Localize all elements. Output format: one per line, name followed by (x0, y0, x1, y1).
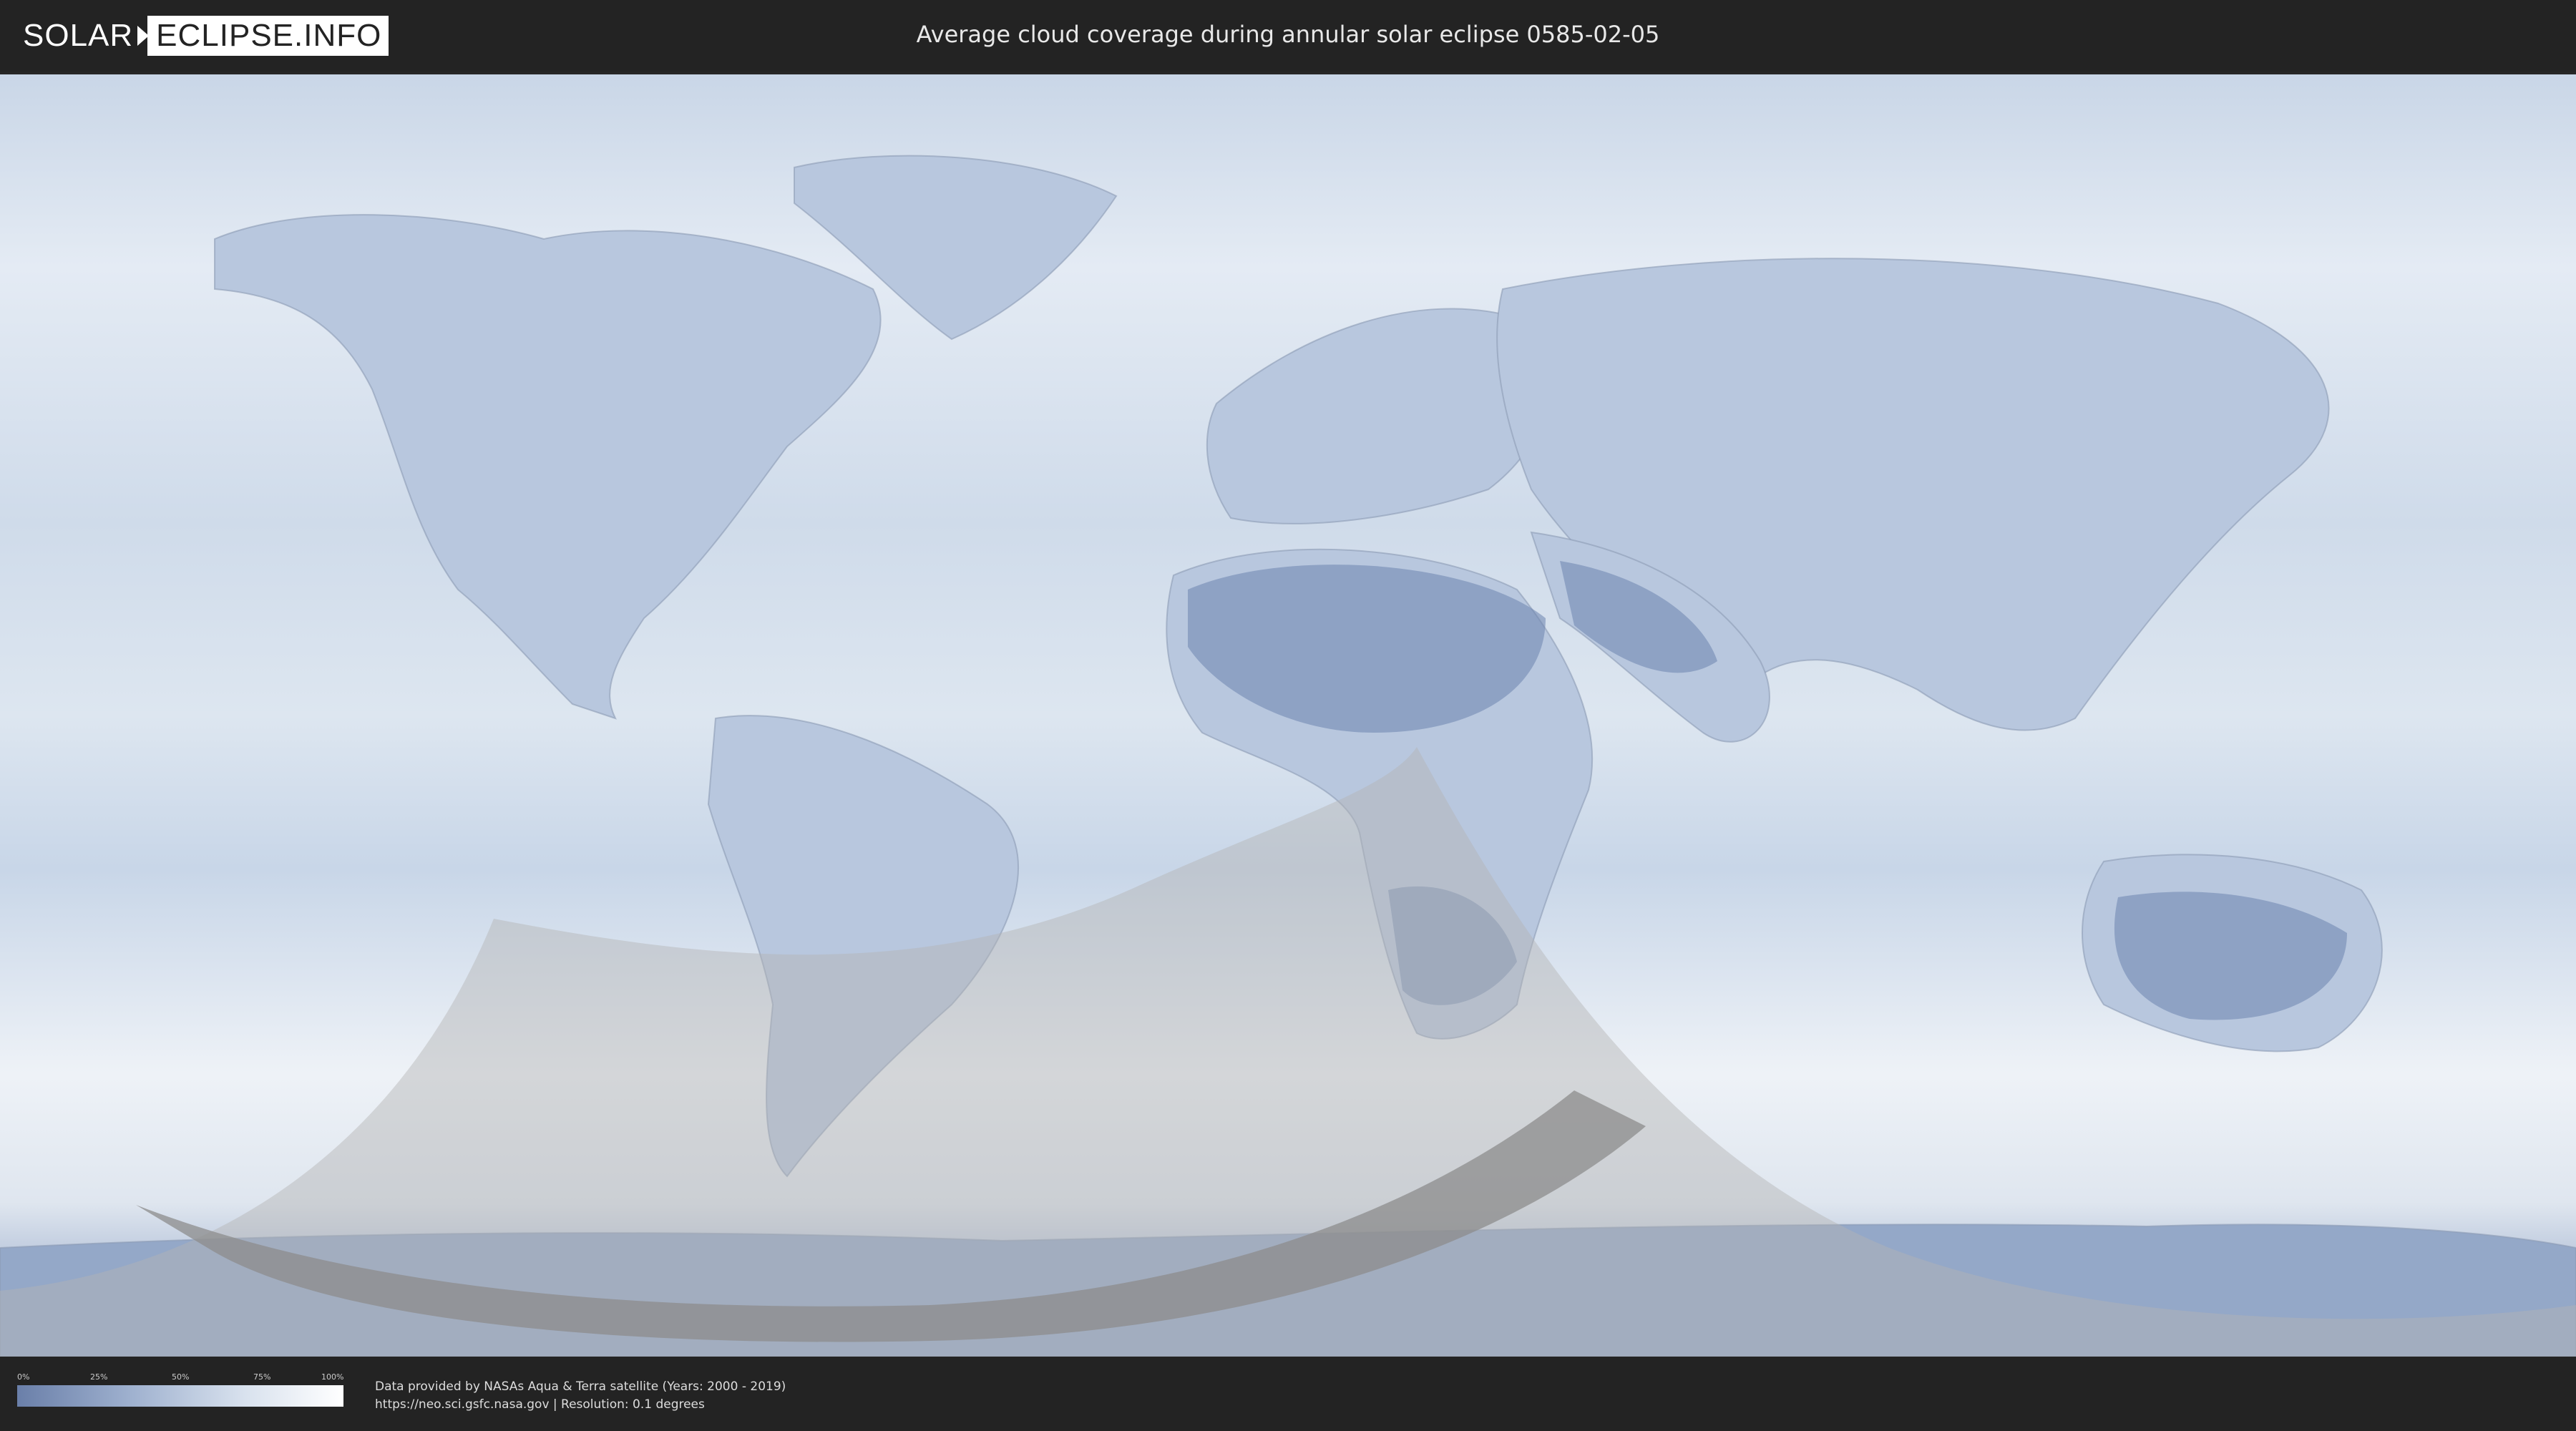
footer-bar: 0% 25% 50% 75% 100% Data provided by NAS… (0, 1357, 2576, 1431)
legend-tick-75: 75% (253, 1372, 271, 1382)
legend-tick-50: 50% (172, 1372, 190, 1382)
cloud-coverage-legend: 0% 25% 50% 75% 100% (17, 1372, 343, 1407)
legend-ticks: 0% 25% 50% 75% 100% (17, 1372, 343, 1384)
legend-tick-25: 25% (90, 1372, 108, 1382)
cloud-coverage-map (0, 74, 2576, 1357)
page-title: Average cloud coverage during annular so… (916, 21, 1660, 48)
world-map-svg (0, 74, 2576, 1357)
credits-line-1: Data provided by NASAs Aqua & Terra sate… (375, 1379, 786, 1394)
credits-line-2: https://neo.sci.gsfc.nasa.gov | Resoluti… (375, 1397, 705, 1412)
legend-tick-100: 100% (321, 1372, 344, 1382)
data-credits: Data provided by NASAs Aqua & Terra sate… (375, 1378, 786, 1414)
legend-tick-0: 0% (17, 1372, 30, 1382)
legend-color-bar (17, 1385, 343, 1407)
header-bar: SOLAR ECLIPSE.INFO Average cloud coverag… (0, 0, 2576, 72)
